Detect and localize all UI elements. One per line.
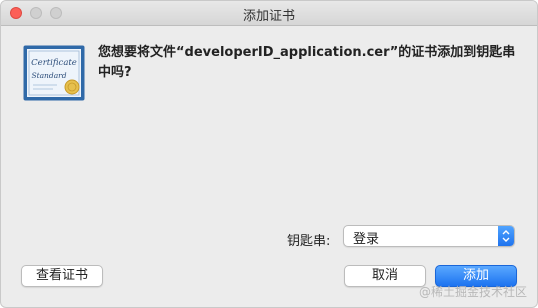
keychain-select[interactable]: 登录 — [343, 225, 515, 247]
keychain-label: 钥匙串: — [287, 234, 331, 249]
watermark: @稀土掘金技术社区 — [418, 285, 527, 299]
title-bar: 添加证书 — [1, 1, 537, 26]
svg-text:Certificate: Certificate — [31, 58, 77, 68]
select-arrows-icon — [498, 226, 514, 246]
add-certificate-dialog: 添加证书 Certificate Standard 您想要将文件“develop… — [0, 0, 538, 308]
cancel-button[interactable]: 取消 — [344, 265, 426, 287]
dialog-message: 您想要将文件“developerID_application.cer”的证书添加… — [98, 45, 516, 80]
svg-text:Standard: Standard — [31, 71, 66, 80]
keychain-select-value: 登录 — [353, 232, 380, 247]
window-title: 添加证书 — [242, 9, 295, 24]
certificate-icon: Certificate Standard — [23, 45, 85, 101]
view-certificates-button[interactable]: 查看证书 — [21, 265, 103, 287]
